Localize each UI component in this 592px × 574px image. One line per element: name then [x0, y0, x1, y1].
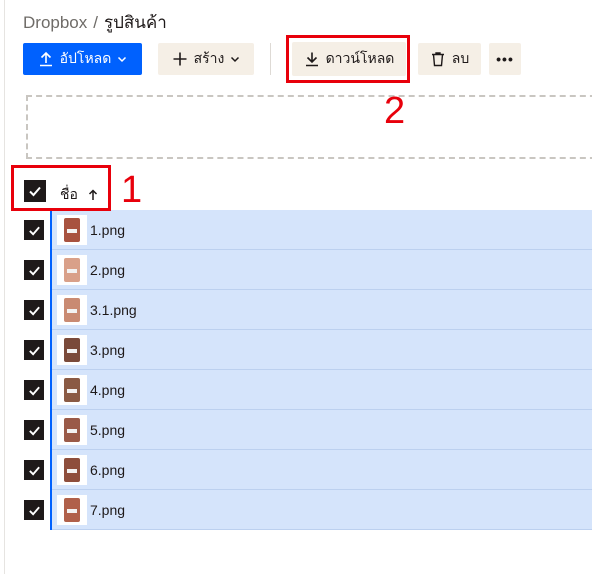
file-row[interactable]: 3.png	[0, 330, 592, 370]
product-bag-image	[64, 338, 80, 362]
upload-label: อัปโหลด	[59, 50, 112, 66]
file-row[interactable]: 6.png	[0, 450, 592, 490]
file-row[interactable]: 3.1.png	[0, 290, 592, 330]
upload-icon	[38, 51, 54, 67]
delete-button[interactable]: ลบ	[418, 43, 481, 75]
row-selection-highlight	[50, 450, 592, 490]
file-name[interactable]: 2.png	[90, 262, 125, 278]
delete-label: ลบ	[451, 50, 470, 66]
row-checkbox[interactable]	[24, 300, 44, 320]
file-thumbnail[interactable]	[57, 215, 87, 245]
checkmark-icon	[28, 466, 40, 476]
product-bag-image	[64, 218, 80, 242]
file-row[interactable]: 5.png	[0, 410, 592, 450]
file-row[interactable]: 2.png	[0, 250, 592, 290]
row-selection-highlight	[50, 410, 592, 450]
row-selection-highlight	[50, 330, 592, 370]
annotation-number-1: 1	[121, 169, 143, 211]
annotation-number-2: 2	[384, 90, 406, 132]
product-bag-image	[64, 498, 80, 522]
product-bag-image	[64, 258, 80, 282]
row-selection-highlight	[50, 490, 592, 530]
row-checkbox[interactable]	[24, 460, 44, 480]
trash-icon	[430, 51, 446, 67]
file-name[interactable]: 6.png	[90, 462, 125, 478]
row-checkbox[interactable]	[24, 380, 44, 400]
file-name[interactable]: 5.png	[90, 422, 125, 438]
create-label: สร้าง	[193, 50, 225, 66]
more-options-button[interactable]: •••	[489, 43, 521, 75]
file-thumbnail[interactable]	[57, 335, 87, 365]
row-selection-highlight	[50, 210, 592, 250]
file-name[interactable]: 4.png	[90, 382, 125, 398]
file-name[interactable]: 3.1.png	[90, 302, 137, 318]
row-checkbox[interactable]	[24, 420, 44, 440]
annotation-box-2	[286, 35, 410, 83]
checkmark-icon	[28, 386, 40, 396]
file-thumbnail[interactable]	[57, 455, 87, 485]
upload-dropzone[interactable]	[26, 95, 592, 159]
file-thumbnail[interactable]	[57, 255, 87, 285]
product-bag-image	[64, 418, 80, 442]
file-row[interactable]: 4.png	[0, 370, 592, 410]
file-thumbnail[interactable]	[57, 375, 87, 405]
row-selection-highlight	[50, 250, 592, 290]
checkmark-icon	[28, 506, 40, 516]
checkmark-icon	[28, 266, 40, 276]
breadcrumb-root[interactable]: Dropbox	[23, 13, 87, 32]
checkmark-icon	[28, 306, 40, 316]
file-list: 1.png 2.png 3.1.png 3.png 4.png 5.png 6.png 7.p…	[0, 210, 592, 530]
file-name[interactable]: 7.png	[90, 502, 125, 518]
breadcrumb-separator: /	[93, 13, 98, 32]
row-checkbox[interactable]	[24, 340, 44, 360]
annotation-box-1	[11, 165, 111, 211]
plus-icon	[172, 51, 188, 67]
row-checkbox[interactable]	[24, 260, 44, 280]
checkmark-icon	[28, 426, 40, 436]
checkmark-icon	[28, 226, 40, 236]
chevron-down-icon	[230, 54, 240, 64]
row-checkbox[interactable]	[24, 500, 44, 520]
create-button[interactable]: สร้าง	[158, 43, 254, 75]
file-row[interactable]: 7.png	[0, 490, 592, 530]
breadcrumb: Dropbox / รูปสินค้า	[23, 9, 167, 36]
row-checkbox[interactable]	[24, 220, 44, 240]
product-bag-image	[64, 378, 80, 402]
file-thumbnail[interactable]	[57, 495, 87, 525]
file-thumbnail[interactable]	[57, 415, 87, 445]
product-bag-image	[64, 298, 80, 322]
file-name[interactable]: 3.png	[90, 342, 125, 358]
file-row[interactable]: 1.png	[0, 210, 592, 250]
toolbar-divider	[270, 43, 271, 75]
file-thumbnail[interactable]	[57, 295, 87, 325]
breadcrumb-current: รูปสินค้า	[104, 13, 167, 32]
upload-button[interactable]: อัปโหลด	[23, 43, 142, 75]
row-selection-highlight	[50, 370, 592, 410]
product-bag-image	[64, 458, 80, 482]
checkmark-icon	[28, 346, 40, 356]
file-name[interactable]: 1.png	[90, 222, 125, 238]
chevron-down-icon	[117, 54, 127, 64]
